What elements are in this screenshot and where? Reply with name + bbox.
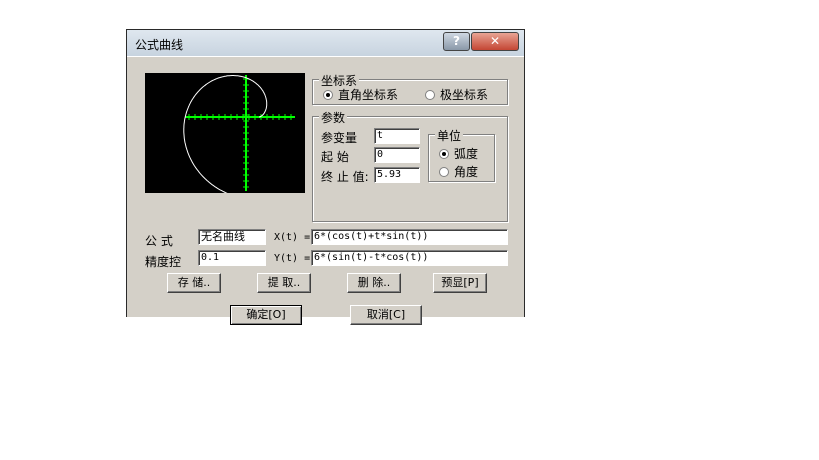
title-bar[interactable]: 公式曲线 ? ✕ xyxy=(127,30,524,56)
radio-degree-label: 角度 xyxy=(454,165,479,179)
radio-polar-label: 极坐标系 xyxy=(440,88,489,102)
end-input[interactable]: 5.93 xyxy=(374,167,420,183)
help-icon: ? xyxy=(453,34,460,48)
precision-label: 精度控 xyxy=(145,255,182,269)
radio-polar-dot[interactable] xyxy=(425,89,435,100)
radio-radian[interactable]: 弧度 xyxy=(439,145,478,162)
params-label: 参数 xyxy=(319,109,348,126)
save-button[interactable]: 存 储.. xyxy=(167,273,221,293)
y-formula-input[interactable]: 6*(sin(t)-t*cos(t)) xyxy=(311,250,508,266)
dialog-body: 坐标系 直角坐标系 极坐标系 参数 参变量 t 起 始 0 终 止 值: 5.9… xyxy=(127,56,524,325)
coord-system-group: 坐标系 直角坐标系 极坐标系 xyxy=(312,72,508,105)
close-button[interactable]: ✕ xyxy=(471,32,519,51)
radio-degree-dot[interactable] xyxy=(439,166,449,177)
unit-label: 单位 xyxy=(435,127,464,144)
radio-radian-label: 弧度 xyxy=(454,147,479,161)
variable-label: 参变量 xyxy=(321,131,358,145)
params-group: 参数 参变量 t 起 始 0 终 止 值: 5.93 单位 弧度 角度 xyxy=(312,109,508,222)
x-formula-input[interactable]: 6*(cos(t)+t*sin(t)) xyxy=(311,229,508,245)
curve-path xyxy=(183,75,268,193)
formula-curve-dialog: 公式曲线 ? ✕ 坐标系 直角坐标系 极坐标系 参数 参变量 t 起 始 0 终… xyxy=(126,29,525,325)
close-icon: ✕ xyxy=(489,34,501,48)
radio-cartesian-dot[interactable] xyxy=(323,89,333,100)
help-button[interactable]: ? xyxy=(443,32,470,51)
end-label: 终 止 值: xyxy=(321,170,369,184)
formula-name-input[interactable]: 无名曲线 xyxy=(198,229,266,245)
x-formula-label: X(t) = xyxy=(274,232,311,243)
radio-cartesian-label: 直角坐标系 xyxy=(338,88,399,102)
radio-degree[interactable]: 角度 xyxy=(439,163,478,180)
preview-button[interactable]: 预显[P] xyxy=(433,273,487,293)
curve-preview xyxy=(145,73,305,193)
precision-input[interactable]: 0.1 xyxy=(198,250,266,266)
fetch-button[interactable]: 提 取.. xyxy=(257,273,311,293)
variable-input[interactable]: t xyxy=(374,128,420,144)
radio-radian-dot[interactable] xyxy=(439,148,449,159)
dialog-title: 公式曲线 xyxy=(135,38,184,52)
delete-button[interactable]: 删 除.. xyxy=(347,273,401,293)
curve-preview-canvas xyxy=(183,75,295,193)
ok-button[interactable]: 确定[O] xyxy=(230,305,302,325)
y-formula-label: Y(t) = xyxy=(274,253,311,264)
unit-group: 单位 弧度 角度 xyxy=(428,127,495,182)
formula-name-label: 公 式 xyxy=(145,234,173,248)
radio-polar[interactable]: 极坐标系 xyxy=(425,86,488,103)
start-input[interactable]: 0 xyxy=(374,147,420,163)
radio-cartesian[interactable]: 直角坐标系 xyxy=(323,86,398,103)
start-label: 起 始 xyxy=(321,150,349,164)
cancel-button[interactable]: 取消[C] xyxy=(350,305,422,325)
